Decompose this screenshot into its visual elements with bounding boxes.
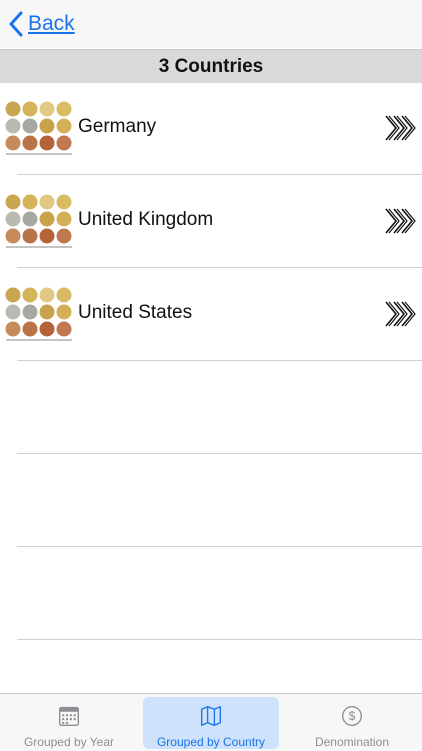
navigation-bar: Back bbox=[0, 0, 422, 48]
empty-row-divider bbox=[17, 546, 422, 547]
map-icon bbox=[201, 706, 221, 726]
tab-label: Grouped by Country bbox=[156, 735, 266, 749]
tab-grouped-by-year[interactable]: Grouped by Year bbox=[1, 697, 137, 749]
empty-row-divider bbox=[17, 453, 422, 454]
svg-text:$: $ bbox=[349, 709, 356, 723]
section-header: 3 Countries bbox=[0, 49, 422, 83]
country-row-germany[interactable]: Germany bbox=[0, 82, 422, 175]
back-button[interactable]: Back bbox=[8, 10, 75, 38]
country-row-united-states[interactable]: United States bbox=[0, 268, 422, 361]
dollar-icon: $ bbox=[342, 706, 362, 726]
tab-label: Denomination bbox=[314, 735, 390, 749]
countries-count-title: 3 Countries bbox=[158, 55, 264, 77]
triple-chevron-right-icon bbox=[385, 301, 416, 327]
country-name: Germany bbox=[78, 116, 157, 137]
tab-denomination[interactable]: $ Denomination bbox=[284, 697, 420, 749]
coins-thumbnail-icon bbox=[5, 194, 72, 248]
chevron-left-icon bbox=[9, 11, 23, 37]
coins-thumbnail-icon bbox=[5, 287, 72, 341]
empty-row-divider bbox=[17, 639, 422, 640]
triple-chevron-right-icon bbox=[385, 115, 416, 141]
row-divider bbox=[17, 360, 422, 361]
country-name: United States bbox=[78, 302, 193, 323]
triple-chevron-right-icon bbox=[385, 208, 416, 234]
coins-thumbnail-icon bbox=[5, 101, 72, 155]
tab-grouped-by-country[interactable]: Grouped by Country bbox=[143, 697, 279, 749]
tab-label: Grouped by Year bbox=[23, 735, 115, 749]
calendar-icon bbox=[59, 706, 79, 726]
country-row-united-kingdom[interactable]: United Kingdom bbox=[0, 175, 422, 268]
country-name: United Kingdom bbox=[78, 209, 214, 230]
tab-bar: Grouped by Year Grouped by Country $ Den… bbox=[0, 693, 422, 751]
back-label: Back bbox=[28, 12, 75, 35]
